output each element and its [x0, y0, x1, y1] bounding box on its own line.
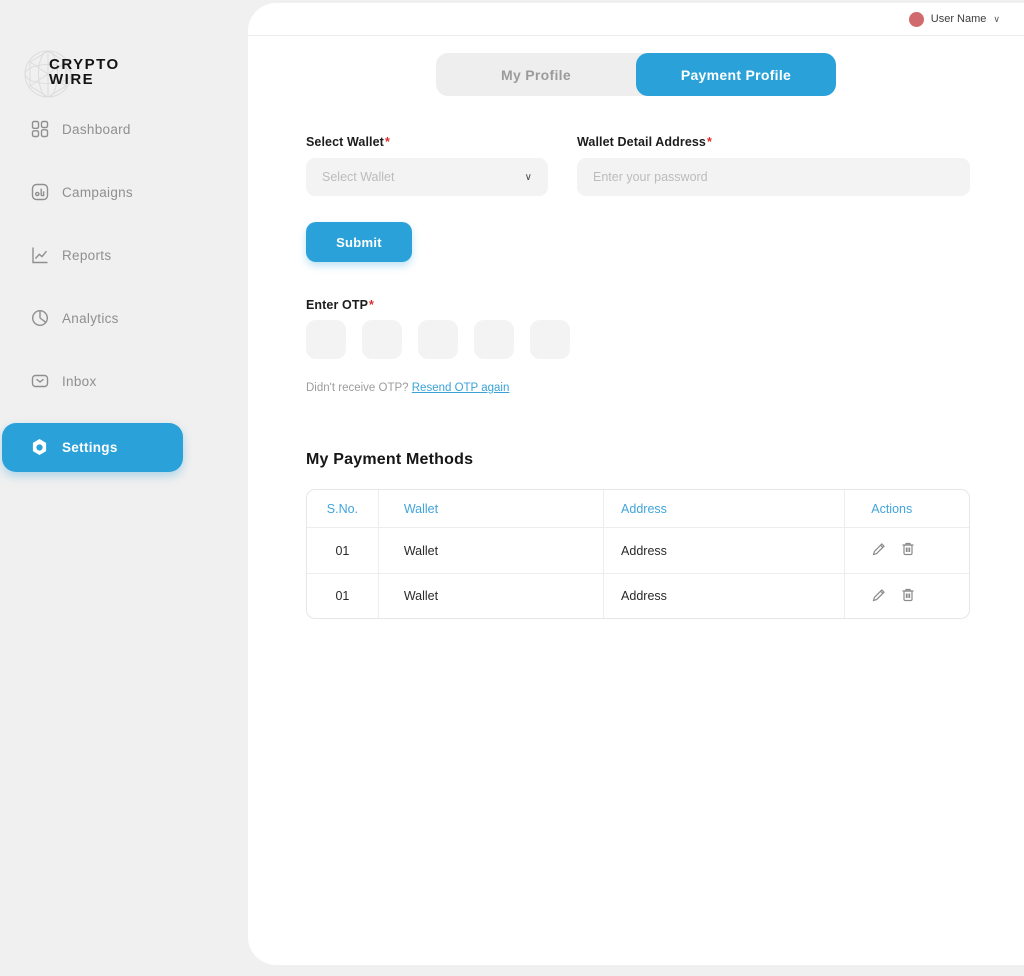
cell-wallet: Wallet	[379, 528, 604, 573]
cell-address: Address	[604, 573, 845, 618]
otp-box-2[interactable]	[362, 320, 402, 359]
sidebar-item-label: Campaigns	[62, 185, 133, 200]
user-menu[interactable]: User Name ∨	[909, 12, 1000, 27]
sidebar-item-dashboard[interactable]: Dashboard	[0, 108, 248, 150]
table-header-row: S.No. Wallet Address Actions	[307, 490, 969, 528]
otp-box-3[interactable]	[418, 320, 458, 359]
cell-address: Address	[604, 528, 845, 573]
edit-pencil-icon[interactable]	[871, 587, 887, 606]
sidebar-nav: Dashboard Campaigns Reports Analytics Inbox S…	[0, 108, 248, 493]
delete-trash-icon[interactable]	[900, 541, 916, 560]
table-row: 01WalletAddress	[307, 528, 969, 573]
sidebar-item-label: Settings	[62, 440, 118, 455]
sidebar-item-reports[interactable]: Reports	[0, 234, 248, 276]
sidebar-item-settings[interactable]: Settings	[2, 423, 183, 472]
user-name-label: User Name	[931, 13, 987, 25]
topbar: User Name ∨	[248, 3, 1024, 36]
logo-text: CRYPTO WIRE	[49, 57, 120, 87]
tab-my-profile[interactable]: My Profile	[436, 53, 636, 96]
otp-help-text: Didn't receive OTP? Resend OTP again	[306, 382, 509, 394]
tab-payment-profile[interactable]: Payment Profile	[636, 53, 836, 96]
column-header-wallet: Wallet	[379, 490, 604, 528]
payment-methods-title: My Payment Methods	[306, 451, 473, 469]
wallet-address-label: Wallet Detail Address*	[577, 135, 712, 149]
column-header-sno: S.No.	[307, 490, 379, 528]
enter-otp-label: Enter OTP*	[306, 298, 374, 312]
inbox-icon	[30, 372, 49, 391]
sidebar-item-label: Dashboard	[62, 122, 131, 137]
select-wallet-dropdown[interactable]: Select Wallet ∨	[306, 158, 548, 196]
otp-box-5[interactable]	[530, 320, 570, 359]
campaigns-icon	[30, 183, 49, 202]
otp-box-4[interactable]	[474, 320, 514, 359]
cell-sno: 01	[307, 528, 379, 573]
main-content-card: User Name ∨ My Profile Payment Profile S…	[248, 3, 1024, 965]
cell-actions	[845, 528, 969, 573]
app-logo: CRYPTO WIRE	[22, 48, 182, 100]
avatar	[909, 12, 924, 27]
sidebar-item-label: Inbox	[62, 374, 97, 389]
delete-trash-icon[interactable]	[900, 587, 916, 606]
table-row: 01WalletAddress	[307, 573, 969, 618]
wallet-address-field	[577, 158, 970, 196]
sidebar: CRYPTO WIRE Dashboard Campaigns Reports Ana…	[0, 0, 248, 976]
otp-inputs	[306, 320, 570, 359]
chevron-down-icon: ∨	[525, 172, 532, 183]
submit-button[interactable]: Submit	[306, 222, 412, 262]
required-asterisk: *	[369, 298, 374, 312]
column-header-address: Address	[604, 490, 845, 528]
otp-box-1[interactable]	[306, 320, 346, 359]
cell-sno: 01	[307, 573, 379, 618]
wallet-address-input[interactable]	[593, 170, 954, 184]
select-wallet-placeholder: Select Wallet	[322, 170, 394, 184]
sidebar-item-campaigns[interactable]: Campaigns	[0, 171, 248, 213]
sidebar-item-label: Reports	[62, 248, 111, 263]
payment-methods-table: S.No. Wallet Address Actions 01WalletAdd…	[306, 489, 970, 619]
dashboard-icon	[30, 120, 49, 139]
required-asterisk: *	[385, 135, 390, 149]
cell-actions	[845, 573, 969, 618]
sidebar-item-inbox[interactable]: Inbox	[0, 360, 248, 402]
cell-wallet: Wallet	[379, 573, 604, 618]
edit-pencil-icon[interactable]	[871, 541, 887, 560]
sidebar-item-analytics[interactable]: Analytics	[0, 297, 248, 339]
analytics-icon	[30, 309, 49, 328]
sidebar-item-label: Analytics	[62, 311, 119, 326]
profile-tabs: My Profile Payment Profile	[436, 53, 836, 96]
required-asterisk: *	[707, 135, 712, 149]
column-header-actions: Actions	[845, 490, 969, 528]
reports-icon	[30, 246, 49, 265]
resend-otp-link[interactable]: Resend OTP again	[412, 382, 510, 394]
settings-gear-icon	[30, 438, 49, 457]
select-wallet-label: Select Wallet*	[306, 135, 390, 149]
chevron-down-icon: ∨	[993, 14, 1000, 25]
